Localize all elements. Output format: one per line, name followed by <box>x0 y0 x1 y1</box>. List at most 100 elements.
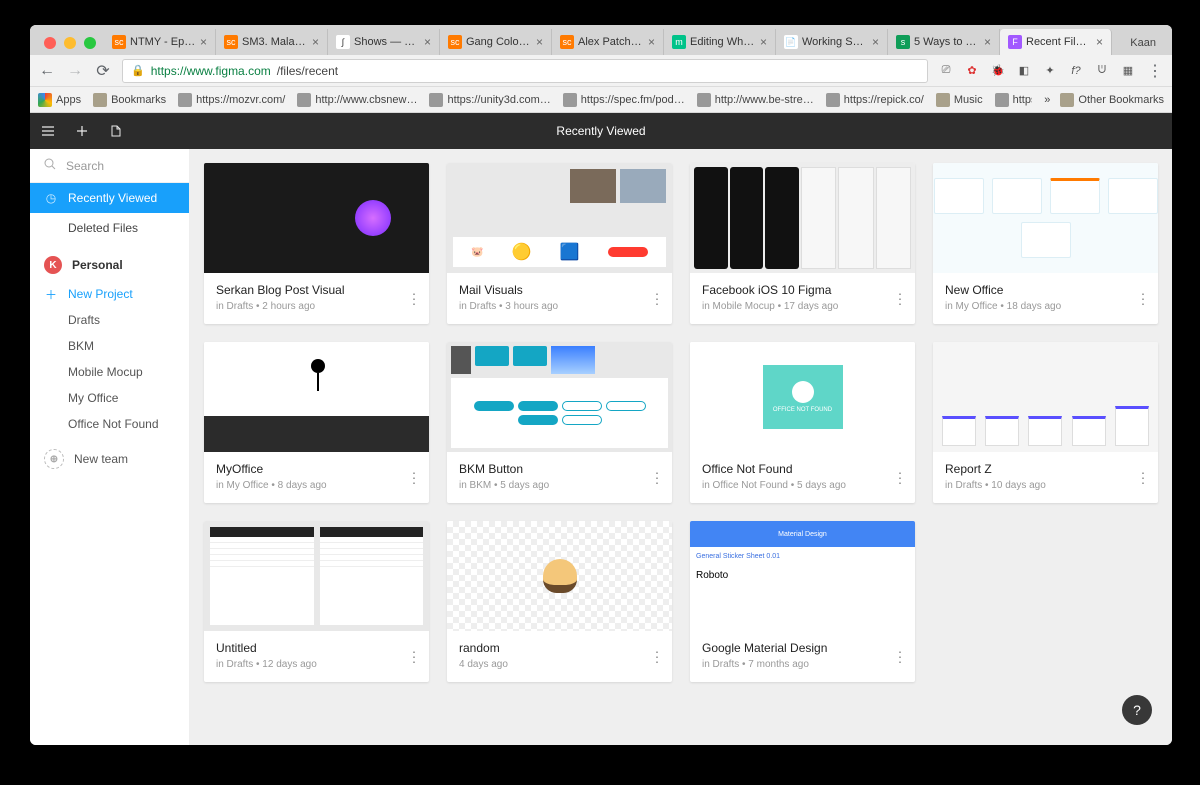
browser-tab[interactable]: ∫Shows — Sour× <box>328 29 440 55</box>
file-card[interactable]: Material DesignGeneral Sticker Sheet 0.0… <box>690 521 915 682</box>
close-tab-icon[interactable]: × <box>312 35 319 49</box>
file-menu-icon[interactable]: ⋮ <box>407 648 421 665</box>
file-thumbnail <box>204 342 429 452</box>
file-card[interactable]: Untitled in Drafts • 12 days ago ⋮ <box>204 521 429 682</box>
new-project-button[interactable]: ＋ New Project <box>30 281 189 307</box>
file-menu-icon[interactable]: ⋮ <box>407 290 421 307</box>
browser-tab[interactable]: s5 Ways to Tak× <box>888 29 1000 55</box>
extension-icon[interactable]: ᕫ <box>1094 63 1110 79</box>
file-menu-icon[interactable]: ⋮ <box>1136 469 1150 486</box>
file-card[interactable]: random 4 days ago ⋮ <box>447 521 672 682</box>
file-thumbnail <box>933 163 1158 273</box>
team-icon: ⊕ <box>44 449 64 469</box>
file-subtitle: in Mobile Mocup • 17 days ago <box>702 301 903 312</box>
close-tab-icon[interactable]: × <box>200 35 207 49</box>
cast-icon[interactable]: ⎚ <box>938 63 954 79</box>
apps-shortcut[interactable]: Apps <box>38 93 81 107</box>
back-icon[interactable]: ← <box>38 62 56 80</box>
new-team-button[interactable]: ⊕ New team <box>30 443 189 475</box>
maximize-window-icon[interactable] <box>84 37 96 49</box>
file-menu-icon[interactable]: ⋮ <box>407 469 421 486</box>
bookmark-item[interactable]: http://www.be-stre… <box>697 93 814 107</box>
close-tab-icon[interactable]: × <box>648 35 655 49</box>
minimize-window-icon[interactable] <box>64 37 76 49</box>
overflow-icon[interactable]: » <box>1044 94 1050 106</box>
close-tab-icon[interactable]: × <box>536 35 543 49</box>
close-tab-icon[interactable]: × <box>424 35 431 49</box>
sidebar-item-recently-viewed[interactable]: ◷ Recently Viewed <box>30 183 189 213</box>
sidebar-project-item[interactable]: Office Not Found <box>30 411 189 437</box>
plus-icon: ＋ <box>44 286 58 303</box>
chrome-menu-icon[interactable]: ⋮ <box>1146 61 1164 81</box>
file-menu-icon[interactable]: ⋮ <box>650 290 664 307</box>
reload-icon[interactable]: ⟳ <box>94 61 112 81</box>
file-menu-icon[interactable]: ⋮ <box>650 648 664 665</box>
other-bookmarks[interactable]: Other Bookmarks <box>1060 93 1164 107</box>
extension-icon[interactable]: ✦ <box>1042 63 1058 79</box>
file-thumbnail <box>204 521 429 631</box>
sidebar-project-item[interactable]: Drafts <box>30 307 189 333</box>
close-tab-icon[interactable]: × <box>872 35 879 49</box>
favicon-icon: F <box>1008 35 1022 49</box>
profile-name[interactable]: Kaan <box>1120 37 1166 55</box>
extension-icon[interactable]: ▦ <box>1120 63 1136 79</box>
favicon-icon <box>936 93 950 107</box>
file-card[interactable]: Facebook iOS 10 Figma in Mobile Mocup • … <box>690 163 915 324</box>
file-card[interactable]: New Office in My Office • 18 days ago ⋮ <box>933 163 1158 324</box>
help-button[interactable]: ? <box>1122 695 1152 725</box>
bookmark-item[interactable]: http://www.cbsnew… <box>297 93 417 107</box>
browser-tab[interactable]: 📄Working Session× <box>776 29 888 55</box>
bookmark-item[interactable]: https://repick.co/ <box>826 93 924 107</box>
file-menu-icon[interactable]: ⋮ <box>893 469 907 486</box>
file-card[interactable]: Report Z in Drafts • 10 days ago ⋮ <box>933 342 1158 503</box>
sidebar-project-item[interactable]: BKM <box>30 333 189 359</box>
bookmark-item[interactable]: Bookmarks <box>93 93 166 107</box>
file-thumbnail <box>447 342 672 452</box>
file-menu-icon[interactable]: ⋮ <box>650 469 664 486</box>
file-card[interactable]: 🐷🟡🟦 Mail Visuals in Drafts • 3 hours ago… <box>447 163 672 324</box>
sidebar-project-item[interactable]: Mobile Mocup <box>30 359 189 385</box>
file-card[interactable]: BKM Button in BKM • 5 days ago ⋮ <box>447 342 672 503</box>
close-tab-icon[interactable]: × <box>984 35 991 49</box>
search-input[interactable]: Search <box>30 149 189 183</box>
new-file-icon[interactable] <box>74 123 90 139</box>
browser-tab[interactable]: mEditing Why it× <box>664 29 776 55</box>
browser-tab[interactable]: FRecent Files – Fig× <box>1000 29 1112 55</box>
bookmark-item[interactable]: Music <box>936 93 983 107</box>
browser-tab[interactable]: scGang Colours× <box>440 29 552 55</box>
file-card[interactable]: OFFICE NOT FOUND Office Not Found in Off… <box>690 342 915 503</box>
close-window-icon[interactable] <box>44 37 56 49</box>
browser-tab[interactable]: scNTMY - Episod× <box>104 29 216 55</box>
file-card[interactable]: Serkan Blog Post Visual in Drafts • 2 ho… <box>204 163 429 324</box>
bookmark-item[interactable]: https://unity3d.com… <box>429 93 550 107</box>
file-menu-icon[interactable]: ⋮ <box>893 648 907 665</box>
close-tab-icon[interactable]: × <box>760 35 767 49</box>
sidebar-section-personal[interactable]: K Personal <box>30 249 189 281</box>
favicon-icon <box>429 93 443 107</box>
sidebar: Search ◷ Recently Viewed Deleted Files K… <box>30 149 190 745</box>
forward-icon[interactable]: → <box>66 62 84 80</box>
menu-icon[interactable] <box>40 123 56 139</box>
sidebar-project-item[interactable]: My Office <box>30 385 189 411</box>
close-tab-icon[interactable]: × <box>1096 35 1103 49</box>
browser-window: scNTMY - Episod×scSM3. Mala (De×∫Shows —… <box>30 25 1172 745</box>
url-input[interactable]: 🔒 https://www.figma.com/files/recent <box>122 59 928 83</box>
extension-icon[interactable]: ◧ <box>1016 63 1032 79</box>
bookmark-item[interactable]: https://mozvr.com/ <box>178 93 285 107</box>
file-menu-icon[interactable]: ⋮ <box>1136 290 1150 307</box>
sidebar-item-deleted[interactable]: Deleted Files <box>30 213 189 243</box>
file-card[interactable]: MyOffice in My Office • 8 days ago ⋮ <box>204 342 429 503</box>
bookmark-item[interactable]: https://crew.co/fou… <box>995 93 1033 107</box>
browser-tab[interactable]: scAlex Patchwork× <box>552 29 664 55</box>
extension-icon[interactable]: 🐞 <box>990 63 1006 79</box>
page-title: Recently Viewed <box>30 124 1172 138</box>
extension-icon[interactable]: f? <box>1068 63 1084 79</box>
file-title: Facebook iOS 10 Figma <box>702 283 903 297</box>
import-icon[interactable] <box>108 123 124 139</box>
file-subtitle: in My Office • 8 days ago <box>216 480 417 491</box>
extension-icon[interactable]: ✿ <box>964 63 980 79</box>
bookmark-item[interactable]: https://spec.fm/pod… <box>563 93 685 107</box>
browser-tab[interactable]: scSM3. Mala (De× <box>216 29 328 55</box>
file-menu-icon[interactable]: ⋮ <box>893 290 907 307</box>
bookmark-label: https://crew.co/fou… <box>1013 94 1033 106</box>
